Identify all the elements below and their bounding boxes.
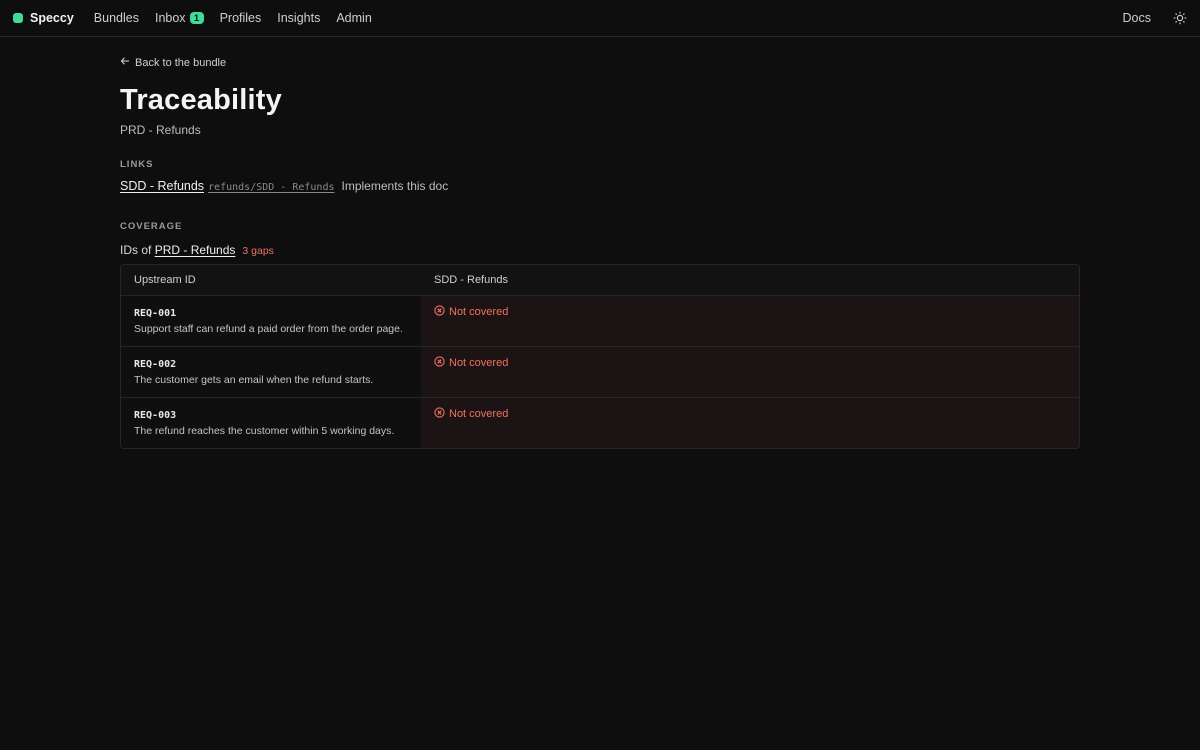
nav-item-bundles[interactable]: Bundles <box>94 11 139 25</box>
nav-item-insights[interactable]: Insights <box>277 11 320 25</box>
coverage-status: Not covered <box>434 407 1066 421</box>
linked-doc-link[interactable]: SDD - Refunds <box>120 179 204 193</box>
main-nav: Bundles Inbox 1 Profiles Insights Admin <box>94 11 372 25</box>
coverage-status-label: Not covered <box>449 306 509 318</box>
page-subtitle: PRD - Refunds <box>120 123 201 137</box>
top-nav-bar: Speccy Bundles Inbox 1 Profiles Insights… <box>0 0 1200 37</box>
upstream-cell: REQ-002 The customer gets an email when … <box>121 347 421 397</box>
linked-doc-path[interactable]: refunds/SDD - Refunds <box>208 182 334 193</box>
coverage-status-label: Not covered <box>449 408 509 420</box>
column-header-sdd: SDD - Refunds <box>434 274 508 286</box>
coverage-status: Not covered <box>434 305 1066 319</box>
links-section-label: LINKS <box>120 159 154 170</box>
link-description: Implements this doc <box>341 179 449 193</box>
requirement-id: REQ-002 <box>134 359 177 370</box>
table-row: REQ-001 Support staff can refund a paid … <box>121 296 1079 347</box>
coverage-cell: Not covered <box>421 296 1079 346</box>
requirement-id: REQ-003 <box>134 410 177 421</box>
link-item: SDD - Refunds refunds/SDD - Refunds Impl… <box>120 179 1080 193</box>
x-circle-icon <box>434 356 445 370</box>
table-header: Upstream ID SDD - Refunds <box>121 265 1079 296</box>
requirement-text: Support staff can refund a paid order fr… <box>134 323 403 335</box>
coverage-status: Not covered <box>434 356 1066 370</box>
coverage-status-label: Not covered <box>449 357 509 369</box>
ids-prefix: IDs of <box>120 243 152 257</box>
table-row: REQ-003 The refund reaches the customer … <box>121 398 1079 448</box>
nav-item-inbox[interactable]: Inbox 1 <box>155 11 204 25</box>
x-circle-icon <box>434 305 445 319</box>
docs-link[interactable]: Docs <box>1123 11 1151 25</box>
nav-item-admin[interactable]: Admin <box>336 11 371 25</box>
main-content: Back to the bundle Traceability PRD - Re… <box>0 56 1200 449</box>
upstream-cell: REQ-003 The refund reaches the customer … <box>121 398 421 448</box>
back-link-label: Back to the bundle <box>135 56 227 69</box>
upstream-cell: REQ-001 Support staff can refund a paid … <box>121 296 421 346</box>
gaps-count: 3 gaps <box>242 245 274 257</box>
source-doc-link[interactable]: PRD - Refunds <box>155 243 236 257</box>
requirement-text: The customer gets an email when the refu… <box>134 374 374 386</box>
nav-item-profiles[interactable]: Profiles <box>220 11 262 25</box>
requirement-id: REQ-001 <box>134 308 177 319</box>
column-header-upstream: Upstream ID <box>134 274 196 286</box>
x-circle-icon <box>434 407 445 421</box>
back-link[interactable]: Back to the bundle <box>120 56 226 69</box>
table-row: REQ-002 The customer gets an email when … <box>121 347 1079 398</box>
coverage-section-label: COVERAGE <box>120 221 183 232</box>
brand-name: Speccy <box>30 11 74 25</box>
coverage-summary: IDs of PRD - Refunds 3 gaps <box>120 243 1080 257</box>
coverage-cell: Not covered <box>421 398 1079 448</box>
coverage-cell: Not covered <box>421 347 1079 397</box>
coverage-table: Upstream ID SDD - Refunds REQ-001 Suppor… <box>120 264 1080 449</box>
page-title: Traceability <box>120 84 282 116</box>
arrow-left-icon <box>120 56 130 69</box>
brand-logo-icon <box>13 13 23 23</box>
nav-item-inbox-label: Inbox <box>154 11 186 25</box>
requirement-text: The refund reaches the customer within 5… <box>134 425 395 437</box>
brand[interactable]: Speccy <box>13 11 74 25</box>
sun-icon[interactable] <box>1173 11 1187 25</box>
inbox-count-badge: 1 <box>189 12 204 24</box>
